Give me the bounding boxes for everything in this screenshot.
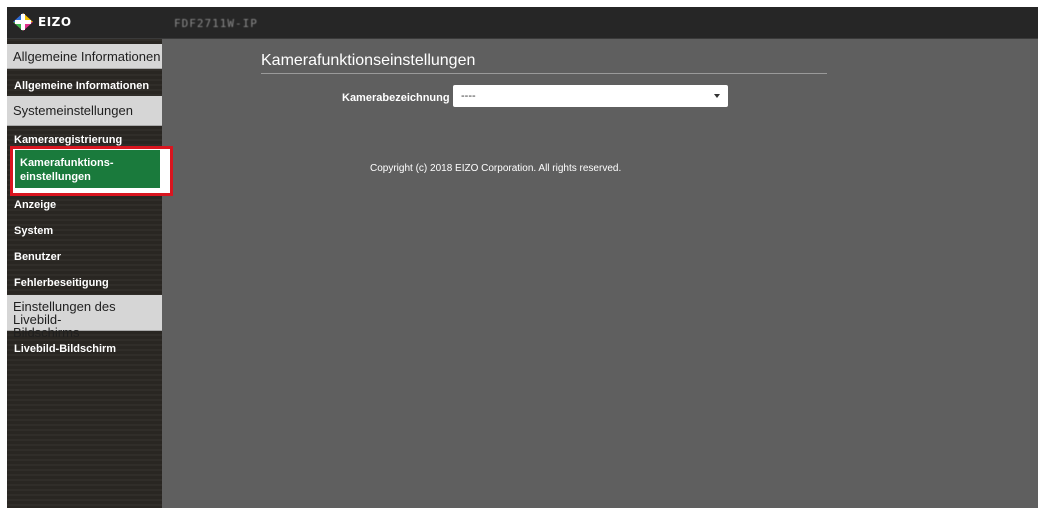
top-bar: EIZO FDF2711W-IP bbox=[7, 7, 1038, 39]
camera-name-label: Kamerabezeichnung bbox=[342, 92, 450, 104]
camera-name-select-value: ---- bbox=[461, 90, 476, 102]
sidebar-item-display[interactable]: Anzeige bbox=[7, 193, 162, 217]
sidebar-item-live-view[interactable]: Livebild-Bildschirm bbox=[7, 337, 162, 361]
logo-text: EIZO bbox=[38, 15, 72, 29]
sidebar-item-general-info[interactable]: Allgemeine Informationen bbox=[7, 75, 162, 97]
sidebar-item-users[interactable]: Benutzer bbox=[7, 245, 162, 269]
sidebar-item-camera-function-settings[interactable]: Kamerafunktions- einstellungen bbox=[15, 150, 160, 188]
section-header-system-settings[interactable]: Systemeinstellungen bbox=[7, 96, 162, 126]
device-name: FDF2711W-IP bbox=[174, 17, 258, 30]
camera-name-select[interactable]: ---- bbox=[453, 85, 728, 107]
sidebar-item-system[interactable]: System bbox=[7, 219, 162, 243]
sidebar-item-troubleshooting[interactable]: Fehlerbeseitigung bbox=[7, 271, 162, 295]
sidebar: Allgemeine Informationen Allgemeine Info… bbox=[7, 39, 173, 508]
section-header-general[interactable]: Allgemeine Informationen bbox=[7, 44, 162, 69]
eizo-logo: EIZO bbox=[12, 12, 72, 32]
page-title: Kamerafunktionseinstellungen bbox=[261, 52, 827, 74]
main-content: Kamerafunktionseinstellungen Kamerabezei… bbox=[162, 39, 1038, 508]
section-header-live-view-settings[interactable]: Einstellungen des Livebild- Bildschirms bbox=[7, 295, 162, 339]
chevron-down-icon bbox=[714, 94, 720, 98]
eizo-logo-icon bbox=[13, 13, 33, 31]
copyright-text: Copyright (c) 2018 EIZO Corporation. All… bbox=[370, 163, 622, 174]
app-window: EIZO FDF2711W-IP Allgemeine Informatione… bbox=[7, 7, 1038, 508]
